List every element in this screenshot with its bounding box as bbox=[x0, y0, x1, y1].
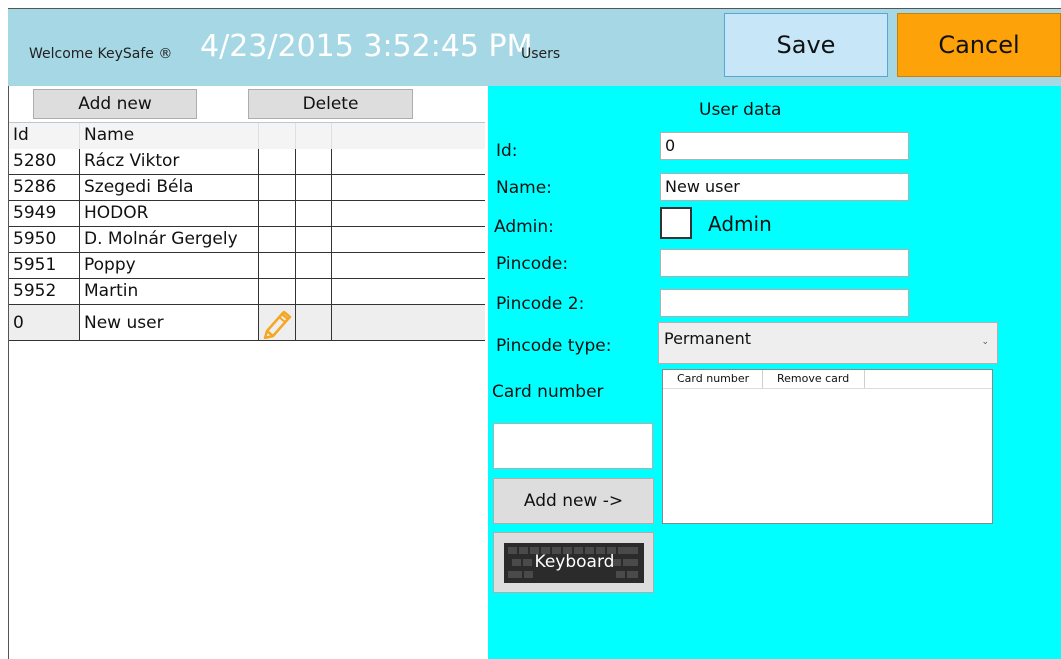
row-name: D. Molnár Gergely bbox=[80, 227, 259, 252]
column-header-blank[interactable] bbox=[296, 123, 332, 149]
row-id: 5949 bbox=[9, 201, 80, 226]
row-edit-cell bbox=[259, 149, 296, 174]
column-header-id[interactable]: Id bbox=[9, 123, 80, 149]
card-number-label: Card number bbox=[492, 382, 604, 402]
row-edit-cell[interactable] bbox=[259, 305, 296, 340]
pincode-type-select[interactable]: Permanent ⌄ bbox=[658, 322, 998, 364]
id-label: Id: bbox=[496, 141, 518, 161]
row-edit-cell bbox=[259, 279, 296, 304]
row-blank-cell bbox=[296, 149, 332, 174]
save-button[interactable]: Save bbox=[724, 13, 888, 77]
user-data-panel: User data Id: 0 Name: New user Admin: Ad… bbox=[488, 86, 1061, 659]
table-row[interactable]: 5286 Szegedi Béla bbox=[9, 175, 485, 201]
row-blank-cell bbox=[296, 279, 332, 304]
row-id: 5950 bbox=[9, 227, 80, 252]
row-edit-cell bbox=[259, 253, 296, 278]
chevron-down-icon: ⌄ bbox=[981, 337, 989, 347]
row-edit-cell bbox=[259, 201, 296, 226]
cancel-button[interactable]: Cancel bbox=[897, 13, 1061, 77]
user-list-panel: Add new Delete Id Name 5280 Rácz Viktor … bbox=[9, 86, 488, 659]
row-id: 5286 bbox=[9, 175, 80, 200]
admin-checkbox-label[interactable]: Admin bbox=[708, 212, 772, 236]
row-name: Rácz Viktor bbox=[80, 149, 259, 174]
panel-title: User data bbox=[699, 100, 782, 120]
row-name: HODOR bbox=[80, 201, 259, 226]
welcome-text: Welcome KeySafe ® bbox=[29, 46, 173, 62]
table-row[interactable]: 5951 Poppy bbox=[9, 253, 485, 279]
pincode-type-label: Pincode type: bbox=[496, 336, 612, 356]
name-field[interactable]: New user bbox=[660, 173, 909, 201]
row-blank-cell bbox=[296, 201, 332, 226]
name-label: Name: bbox=[496, 178, 552, 198]
pincode2-label: Pincode 2: bbox=[496, 294, 585, 314]
grid-header-row: Id Name bbox=[9, 123, 485, 149]
top-strip bbox=[0, 0, 1061, 8]
current-datetime: 4/23/2015 3:52:45 PM bbox=[200, 29, 533, 64]
row-blank-cell bbox=[296, 175, 332, 200]
pincode-type-value: Permanent bbox=[664, 329, 752, 348]
pincode-label: Pincode: bbox=[496, 254, 569, 274]
user-grid: Id Name 5280 Rácz Viktor 5286 Szegedi Bé… bbox=[9, 122, 485, 341]
column-header-remove-card[interactable]: Remove card bbox=[763, 370, 865, 388]
column-header-card-number[interactable]: Card number bbox=[663, 370, 763, 388]
row-id: 5280 bbox=[9, 149, 80, 174]
keyboard-button-label: Keyboard bbox=[534, 552, 615, 572]
card-grid-header-line bbox=[663, 388, 992, 389]
add-user-button[interactable]: Add new bbox=[33, 89, 197, 119]
delete-user-button[interactable]: Delete bbox=[248, 89, 413, 119]
id-field[interactable]: 0 bbox=[660, 132, 909, 160]
row-blank-cell bbox=[296, 305, 332, 340]
row-name: Poppy bbox=[80, 253, 259, 278]
table-row[interactable]: 5949 HODOR bbox=[9, 201, 485, 227]
pincode2-field[interactable] bbox=[660, 289, 909, 317]
card-number-field[interactable] bbox=[493, 423, 653, 469]
pencil-icon[interactable] bbox=[262, 307, 292, 339]
page-title: Users bbox=[521, 46, 561, 62]
row-name: Szegedi Béla bbox=[80, 175, 259, 200]
row-edit-cell bbox=[259, 175, 296, 200]
table-row[interactable]: 5280 Rácz Viktor bbox=[9, 149, 485, 175]
column-header-name[interactable]: Name bbox=[80, 123, 259, 149]
keyboard-button[interactable]: Keyboard bbox=[493, 532, 654, 593]
admin-label: Admin: bbox=[494, 217, 554, 237]
row-edit-cell bbox=[259, 227, 296, 252]
row-id: 0 bbox=[9, 305, 80, 340]
pincode-field[interactable] bbox=[660, 249, 909, 277]
row-blank-cell bbox=[296, 227, 332, 252]
card-grid: Card number Remove card bbox=[662, 369, 993, 524]
table-row[interactable]: 5952 Martin bbox=[9, 279, 485, 305]
row-name: Martin bbox=[80, 279, 259, 304]
row-name: New user bbox=[80, 305, 259, 340]
add-card-button[interactable]: Add new -> bbox=[493, 478, 654, 524]
row-blank-cell bbox=[296, 253, 332, 278]
table-row-selected[interactable]: 0 New user bbox=[9, 305, 485, 341]
column-header-edit[interactable] bbox=[259, 123, 296, 149]
column-header-filler bbox=[332, 123, 485, 149]
row-id: 5951 bbox=[9, 253, 80, 278]
admin-checkbox[interactable] bbox=[660, 207, 692, 239]
table-row[interactable]: 5950 D. Molnár Gergely bbox=[9, 227, 485, 253]
row-id: 5952 bbox=[9, 279, 80, 304]
